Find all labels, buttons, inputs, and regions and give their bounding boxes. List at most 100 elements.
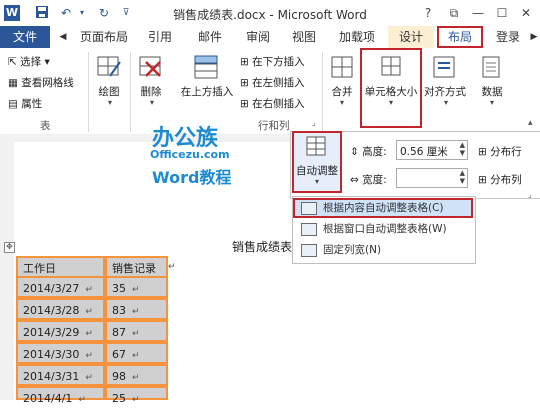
word-app-icon[interactable]: W: [4, 5, 20, 21]
alignment-dropdown-icon[interactable]: ▾: [436, 98, 456, 107]
fixed-column-width-item[interactable]: 固定列宽(N): [293, 240, 473, 260]
window-title: 销售成绩表.docx - Microsoft Word: [173, 8, 367, 22]
cell-end-mark: ↵: [132, 373, 140, 383]
cell-end-mark: ↵: [132, 307, 140, 317]
column-width-icon: ⇔: [350, 174, 359, 186]
height-spinner[interactable]: 0.56 厘米 ▲ ▼: [396, 140, 468, 160]
autofit-label: 自动调整: [296, 165, 338, 177]
group-label-rows-cols: 行和列: [258, 120, 290, 132]
collapse-ribbon-icon[interactable]: ▴: [528, 118, 533, 128]
undo-icon[interactable]: ↶: [58, 5, 74, 21]
save-icon[interactable]: [34, 5, 50, 21]
properties-button[interactable]: ▤ 属性: [8, 96, 42, 111]
width-spinner[interactable]: ▲ ▼: [396, 168, 468, 188]
tab-page-layout[interactable]: 页面布局: [76, 26, 132, 48]
table-move-handle-icon[interactable]: ✥: [4, 242, 15, 253]
insert-left-button[interactable]: ⊞ 在左侧插入: [240, 75, 305, 90]
cell-size-launcher-icon[interactable]: ⌟: [528, 190, 532, 199]
table-cell-sales[interactable]: 87 ↵: [105, 320, 168, 342]
table-cell-sales[interactable]: 67 ↵: [105, 342, 168, 364]
tab-layout[interactable]: 布局: [437, 26, 483, 48]
close-button[interactable]: ✕: [516, 4, 536, 22]
table-cell-date[interactable]: 2014/4/1 ↵: [16, 386, 105, 405]
row-height-icon: ⇕: [350, 146, 359, 158]
distribute-rows-button[interactable]: ⊞ 分布行: [478, 144, 522, 159]
grid-icon: ▦: [8, 77, 18, 89]
table-header-cell[interactable]: 工作日: [16, 256, 105, 278]
rows-cols-launcher-icon[interactable]: ⌟: [312, 118, 316, 127]
table-cell-date[interactable]: 2014/3/29 ↵: [16, 320, 105, 342]
insert-above-icon[interactable]: [192, 54, 220, 80]
tab-references[interactable]: 引用: [140, 26, 180, 48]
table-header-cell[interactable]: 销售记录: [105, 256, 168, 278]
insert-above-button[interactable]: 在上方插入: [178, 84, 236, 99]
insert-right-button[interactable]: ⊞ 在右侧插入: [240, 96, 305, 111]
autofit-button[interactable]: 自动调整 ▾: [292, 131, 342, 193]
tab-addins[interactable]: 加载项: [332, 26, 382, 48]
cell-end-mark: ↵: [78, 395, 86, 405]
minimize-button[interactable]: —: [468, 4, 488, 22]
cell-size-group-button[interactable]: 单元格大小 ▾: [360, 48, 422, 128]
table-cell-sales[interactable]: 25 ↵: [105, 386, 168, 405]
merge-icon[interactable]: [330, 54, 354, 80]
cell-end-mark: ↵: [132, 351, 140, 361]
width-spinner-arrows-icon[interactable]: ▲ ▼: [460, 169, 465, 185]
alignment-icon[interactable]: [432, 54, 456, 80]
distribute-cols-icon: ⊞: [478, 174, 487, 186]
draw-table-icon[interactable]: [96, 54, 122, 80]
undo-dropdown-icon[interactable]: ▾: [74, 5, 90, 21]
table-cell-sales[interactable]: 35 ↵: [105, 276, 168, 298]
insert-below-button[interactable]: ⊞ 在下方插入: [240, 54, 305, 69]
properties-icon: ▤: [8, 98, 18, 110]
cell-size-icon: [380, 54, 402, 78]
cell-end-mark: ↵: [85, 351, 93, 361]
tab-view[interactable]: 视图: [284, 26, 324, 48]
watermark-logo-subtitle: Word教程: [152, 168, 232, 187]
tab-mailings[interactable]: 邮件: [190, 26, 230, 48]
draw-dropdown-icon[interactable]: ▾: [100, 98, 120, 107]
tab-file[interactable]: 文件: [0, 26, 50, 48]
delete-dropdown-icon[interactable]: ▾: [142, 98, 162, 107]
tab-login[interactable]: 登录: [490, 26, 526, 48]
table-cell-date[interactable]: 2014/3/27 ↵: [16, 276, 105, 298]
help-button[interactable]: ?: [418, 4, 438, 22]
redo-icon[interactable]: ↻: [96, 5, 112, 21]
autofit-window-item[interactable]: 根据窗口自动调整表格(W): [293, 219, 473, 239]
delete-table-icon[interactable]: [138, 54, 164, 80]
draw-label[interactable]: 绘图: [94, 84, 124, 99]
document-heading[interactable]: 销售成绩表: [232, 238, 292, 255]
height-spinner-arrows-icon[interactable]: ▲ ▼: [460, 141, 465, 157]
merge-dropdown-icon[interactable]: ▾: [332, 98, 352, 107]
group-separator: [130, 52, 131, 132]
autofit-contents-item[interactable]: 根据内容自动调整表格(C): [293, 198, 473, 218]
width-label: ⇔ 宽度:: [350, 174, 387, 186]
cursor-icon: ⇱: [8, 56, 17, 68]
customize-toolbar-icon[interactable]: ⊽: [118, 5, 134, 21]
distribute-rows-icon: ⊞: [478, 146, 487, 158]
tab-scroll-right-icon[interactable]: ▶: [528, 26, 540, 48]
tab-review[interactable]: 审阅: [238, 26, 278, 48]
select-button[interactable]: ⇱ 选择 ▾: [8, 54, 50, 69]
merge-button[interactable]: 合并: [328, 84, 356, 99]
tab-design[interactable]: 设计: [388, 26, 434, 48]
table-cell-sales[interactable]: 98 ↵: [105, 364, 168, 386]
data-icon[interactable]: [480, 54, 504, 80]
maximize-button[interactable]: ☐: [492, 4, 512, 22]
table-cell-sales[interactable]: 83 ↵: [105, 298, 168, 320]
ribbon-display-button[interactable]: ⧉: [444, 4, 464, 22]
alignment-button[interactable]: 对齐方式: [422, 84, 468, 99]
table-cell-date[interactable]: 2014/3/31 ↵: [16, 364, 105, 386]
height-label: ⇕ 高度:: [350, 146, 387, 158]
table-cell-date[interactable]: 2014/3/28 ↵: [16, 298, 105, 320]
height-input[interactable]: 0.56 厘米: [400, 144, 448, 159]
cell-size-dropdown-icon: ▾: [388, 98, 393, 107]
view-gridlines-button[interactable]: ▦ 查看网格线: [8, 75, 74, 90]
table-cell-date[interactable]: 2014/3/30 ↵: [16, 342, 105, 364]
insert-right-icon: ⊞: [240, 98, 249, 110]
row-end-mark: ↵: [168, 262, 176, 272]
data-dropdown-icon[interactable]: ▾: [482, 98, 502, 107]
tab-scroll-left-icon[interactable]: ◀: [56, 26, 70, 48]
delete-label[interactable]: 删除: [136, 84, 166, 99]
data-button[interactable]: 数据: [474, 84, 510, 99]
distribute-cols-button[interactable]: ⊞ 分布列: [478, 172, 522, 187]
